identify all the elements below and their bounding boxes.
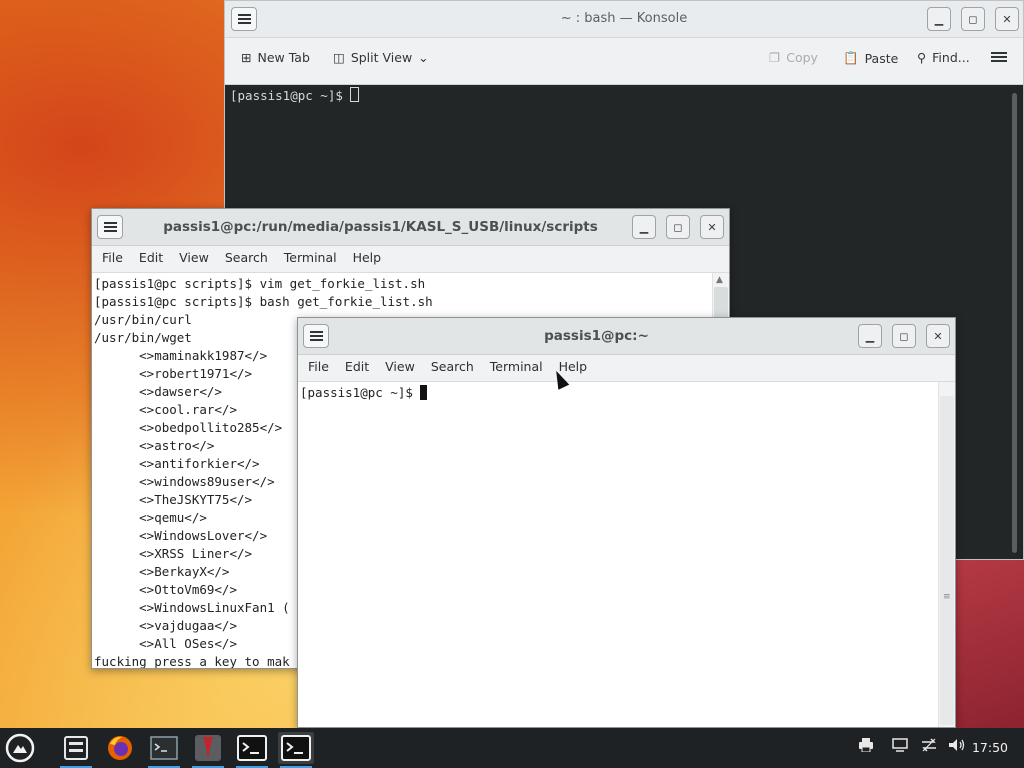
konsole-title: ~ : bash — Konsole xyxy=(560,11,688,26)
minimize-icon: ▁ xyxy=(934,12,944,26)
terminal-cursor xyxy=(350,87,360,102)
close-button[interactable]: ✕ xyxy=(700,215,724,239)
window-menu-button[interactable] xyxy=(97,215,123,239)
file-manager-taskbar-item[interactable] xyxy=(58,732,94,768)
terminal-line: [passis1@pc scripts]$ vim get_forkie_lis… xyxy=(94,276,426,291)
menu-edit[interactable]: Edit xyxy=(337,355,377,381)
new-tab-icon: ⊞ xyxy=(241,50,252,65)
menu-terminal[interactable]: Terminal xyxy=(482,355,551,381)
close-icon: ✕ xyxy=(1002,12,1012,26)
close-icon: ✕ xyxy=(707,220,717,234)
new-tab-button[interactable]: ⊞ New Tab xyxy=(241,50,310,65)
terminal-cursor xyxy=(420,385,428,400)
terminal-icon xyxy=(281,735,311,761)
firefox-icon xyxy=(108,736,132,760)
menu-terminal[interactable]: Terminal xyxy=(276,246,345,272)
terminal-taskbar-item-2[interactable] xyxy=(234,732,270,768)
minimize-icon: ▁ xyxy=(865,329,875,343)
menu-search[interactable]: Search xyxy=(217,246,276,272)
paste-icon: 📋 xyxy=(843,50,859,65)
minimize-icon: ▁ xyxy=(639,220,649,234)
copy-label: Copy xyxy=(786,50,818,65)
new-tab-label: New Tab xyxy=(257,50,310,65)
paste-button[interactable]: 📋 Paste xyxy=(843,50,898,66)
window-title: passis1@pc:/run/media/passis1/KASL_S_USB… xyxy=(163,219,598,235)
firefox-taskbar-item[interactable] xyxy=(102,732,138,764)
home-terminal-window[interactable]: passis1@pc:~ ▁ ◻ ✕ File Edit View Search… xyxy=(297,317,956,728)
maximize-button[interactable]: ◻ xyxy=(961,7,985,31)
clock[interactable]: 17:50 xyxy=(972,740,1008,755)
display-icon[interactable] xyxy=(892,738,908,756)
maximize-icon: ◻ xyxy=(899,329,909,343)
terminal-icon xyxy=(237,735,267,761)
minimize-button[interactable]: ▁ xyxy=(927,7,951,31)
menu-edit[interactable]: Edit xyxy=(131,246,171,272)
hamburger-icon xyxy=(103,222,117,232)
terminal-prompt: [passis1@pc ~]$ xyxy=(230,88,351,103)
hamburger-icon xyxy=(991,52,1007,62)
window-title: passis1@pc:~ xyxy=(544,328,649,344)
maximize-button[interactable]: ◻ xyxy=(892,324,916,348)
volume-icon[interactable] xyxy=(948,738,966,756)
copy-icon: ❐ xyxy=(769,50,781,65)
scripts-menubar: File Edit View Search Terminal Help xyxy=(92,246,729,273)
maximize-icon: ◻ xyxy=(968,12,978,26)
konsole-scrollbar[interactable] xyxy=(1012,93,1017,553)
menu-view[interactable]: View xyxy=(377,355,423,381)
split-view-label: Split View xyxy=(350,50,413,65)
find-label: Find... xyxy=(932,50,970,65)
maximize-icon: ◻ xyxy=(673,220,683,234)
terminal-prompt: [passis1@pc ~]$ xyxy=(300,385,421,400)
terminal-taskbar-item[interactable] xyxy=(146,732,182,768)
terminal-line: [passis1@pc scripts]$ bash get_forkie_li… xyxy=(94,294,433,309)
menu-file[interactable]: File xyxy=(300,355,337,381)
close-button[interactable]: ✕ xyxy=(995,7,1019,31)
home-titlebar[interactable]: passis1@pc:~ ▁ ◻ ✕ xyxy=(298,318,955,355)
scrollbar-thumb[interactable] xyxy=(940,396,954,725)
home-menubar: File Edit View Search Terminal Help xyxy=(298,355,955,382)
find-button[interactable]: ⚲ Find... xyxy=(917,50,970,65)
menu-file[interactable]: File xyxy=(94,246,131,272)
scripts-titlebar[interactable]: passis1@pc:/run/media/passis1/KASL_S_USB… xyxy=(92,209,729,246)
konsole-toolbar: ⊞ New Tab ◫ Split View ⌄ ❐ Copy 📋 Paste … xyxy=(225,38,1023,85)
scroll-up-arrow-icon[interactable]: ▲ xyxy=(716,275,723,285)
search-icon: ⚲ xyxy=(917,50,927,65)
close-icon: ✕ xyxy=(933,329,943,343)
terminal-taskbar-item-3[interactable] xyxy=(278,732,314,768)
file-manager-icon xyxy=(64,736,88,760)
scrollbar-grip-icon: ≡ xyxy=(943,592,951,602)
minimize-button[interactable]: ▁ xyxy=(858,324,882,348)
split-view-button[interactable]: ◫ Split View ⌄ xyxy=(333,50,429,65)
menu-help[interactable]: Help xyxy=(345,246,390,272)
close-button[interactable]: ✕ xyxy=(926,324,950,348)
taskbar: 17:50 xyxy=(0,728,1024,768)
split-view-icon: ◫ xyxy=(333,50,345,65)
printer-icon[interactable] xyxy=(858,738,874,756)
home-scrollbar[interactable]: ≡ xyxy=(938,382,955,727)
vivaldi-icon xyxy=(195,735,221,761)
hamburger-icon xyxy=(309,331,323,341)
menu-view[interactable]: View xyxy=(171,246,217,272)
network-icon[interactable] xyxy=(920,738,938,756)
maximize-button[interactable]: ◻ xyxy=(666,215,690,239)
app-launcher-button[interactable] xyxy=(2,732,38,764)
konsole-menu-button[interactable] xyxy=(991,52,1007,62)
paste-label: Paste xyxy=(864,50,899,66)
minimize-button[interactable]: ▁ xyxy=(632,215,656,239)
window-menu-button[interactable] xyxy=(303,324,329,348)
chevron-down-icon: ⌄ xyxy=(418,50,429,65)
home-terminal-output[interactable]: [passis1@pc ~]$ xyxy=(298,382,939,727)
terminal-icon xyxy=(150,736,178,760)
konsole-titlebar[interactable]: ~ : bash — Konsole ▁ ◻ ✕ xyxy=(225,1,1023,38)
copy-button[interactable]: ❐ Copy xyxy=(769,50,818,65)
vivaldi-taskbar-item[interactable] xyxy=(190,732,226,768)
menu-search[interactable]: Search xyxy=(423,355,482,381)
app-launcher-icon xyxy=(5,733,35,763)
desktop-wallpaper-accent xyxy=(950,560,1024,728)
